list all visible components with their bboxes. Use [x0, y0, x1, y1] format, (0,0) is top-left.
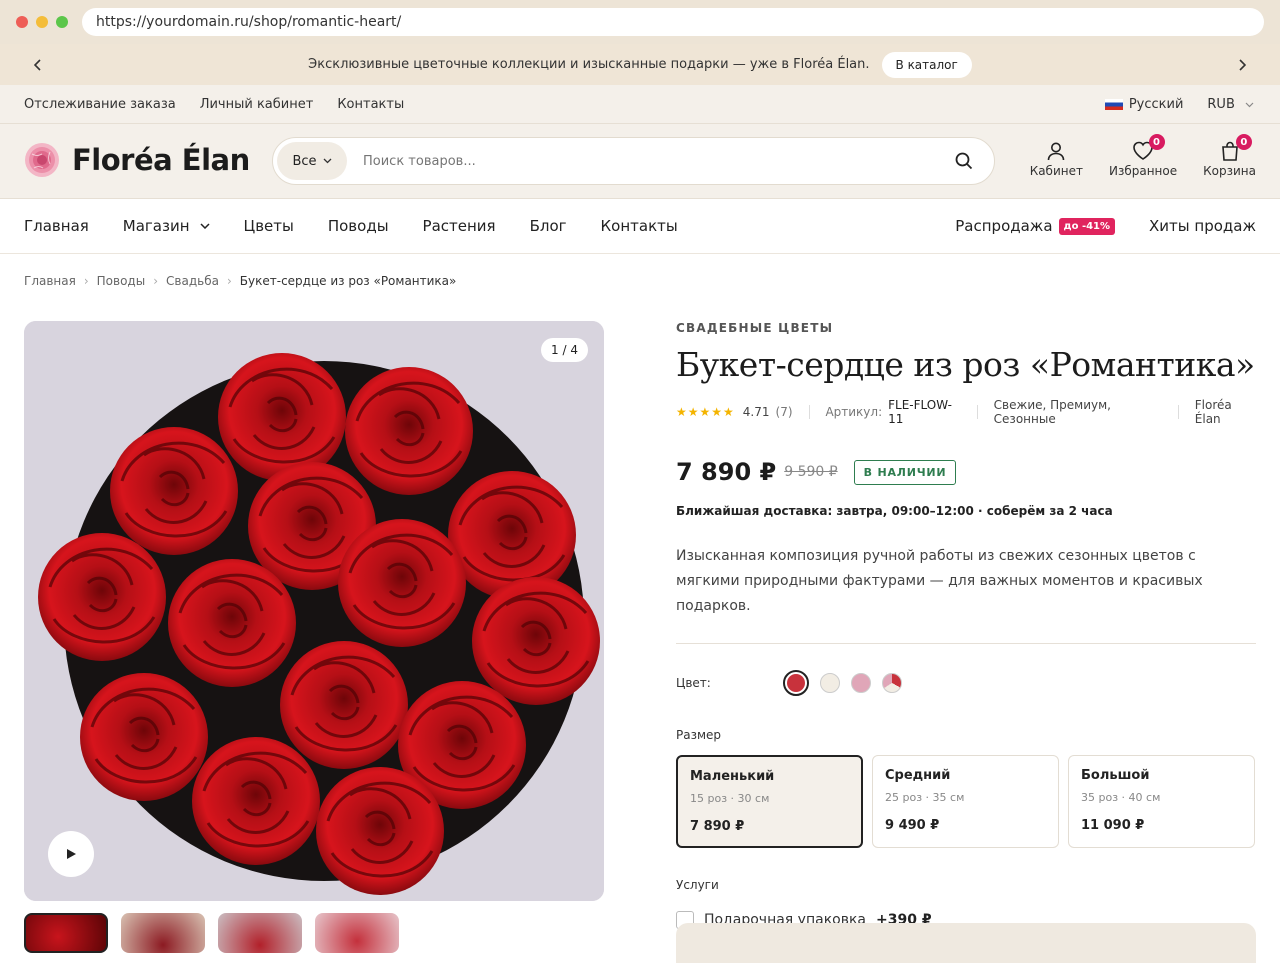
- nav-item-sale[interactable]: Распродажа до -41%: [955, 217, 1116, 235]
- play-video-button[interactable]: [48, 831, 94, 877]
- russia-flag-icon: [1104, 98, 1123, 110]
- breadcrumb-home[interactable]: Главная: [24, 274, 76, 288]
- currency-selector[interactable]: RUB: [1207, 97, 1254, 112]
- nav-item-home[interactable]: Главная: [24, 217, 89, 235]
- wishlist-button[interactable]: 0 Избранное: [1109, 134, 1177, 178]
- order-tracking-link[interactable]: Отслеживание заказа: [24, 97, 176, 112]
- nav-item-blog[interactable]: Блог: [530, 217, 567, 235]
- chevron-down-icon: [1245, 102, 1254, 107]
- thumbnail-1[interactable]: [24, 913, 108, 953]
- roses-bouquet-image: [24, 321, 604, 901]
- promo-bar: Эксклюзивные цветочные коллекции и изыск…: [0, 44, 1280, 85]
- search-icon[interactable]: [944, 141, 984, 181]
- nav-item-occasions[interactable]: Поводы: [328, 217, 389, 235]
- sku-label: Артикул:: [825, 405, 883, 419]
- product-brand[interactable]: Floréa Élan: [1195, 398, 1256, 426]
- thumbnail-3[interactable]: [218, 913, 302, 953]
- color-swatch-pink[interactable]: [850, 673, 871, 693]
- chevron-right-icon: ›: [226, 274, 232, 288]
- language-selector[interactable]: Русский: [1104, 97, 1183, 112]
- main-nav: Главная Магазин Цветы Поводы Растения Бл…: [0, 199, 1280, 254]
- search-input[interactable]: [363, 153, 944, 169]
- site-logo[interactable]: Floréa Élan: [24, 142, 250, 178]
- color-swatch-cream[interactable]: [819, 673, 840, 693]
- logo-text: Floréa Élan: [72, 143, 250, 177]
- browser-chrome: https://yourdomain.ru/shop/romantic-hear…: [0, 0, 1280, 44]
- size-option-medium[interactable]: Средний 25 роз · 35 см 9 490 ₽: [872, 755, 1059, 848]
- size-option-small[interactable]: Маленький 15 роз · 30 см 7 890 ₽: [676, 755, 863, 848]
- chevron-down-icon: [200, 223, 210, 229]
- size-option-large[interactable]: Большой 35 роз · 40 см 11 090 ₽: [1068, 755, 1255, 848]
- search-bar: Все: [272, 137, 995, 185]
- nav-item-bestsellers[interactable]: Хиты продаж: [1149, 217, 1256, 235]
- rating-stars-icon: ★★★★★: [676, 405, 735, 419]
- color-selector: Цвет:: [676, 670, 1256, 696]
- product-description: Изысканная композиция ручной работы из с…: [676, 548, 1203, 614]
- breadcrumb-wedding[interactable]: Свадьба: [166, 274, 219, 288]
- old-price: 9 590 ₽: [784, 464, 838, 480]
- cart-button[interactable]: 0 Корзина: [1203, 134, 1256, 178]
- window-controls: [16, 16, 68, 28]
- promo-next-arrow-icon[interactable]: [1222, 44, 1262, 85]
- nav-item-plants[interactable]: Растения: [423, 217, 496, 235]
- stock-badge: В НАЛИЧИИ: [853, 459, 957, 485]
- price-row: 7 890 ₽ 9 590 ₽ В НАЛИЧИИ: [676, 458, 1256, 486]
- thumbnail-2[interactable]: [121, 913, 205, 953]
- address-bar[interactable]: https://yourdomain.ru/shop/romantic-hear…: [82, 8, 1264, 36]
- purchase-panel: [676, 923, 1256, 963]
- cart-count-badge: 0: [1235, 134, 1252, 150]
- chevron-down-icon: [323, 158, 331, 164]
- product-title: Букет-сердце из роз «Романтика»: [676, 345, 1255, 384]
- rating-value: 4.71: [742, 405, 770, 419]
- product-tags[interactable]: Свежие, Премиум, Сезонные: [994, 398, 1162, 426]
- divider: [676, 643, 1256, 644]
- minimize-window-button[interactable]: [36, 16, 48, 28]
- url-text: https://yourdomain.ru/shop/romantic-hear…: [96, 14, 402, 30]
- product-category: СВАДЕБНЫЕ ЦВЕТЫ: [676, 321, 834, 335]
- delivery-info: Ближайшая доставка: завтра, 09:00–12:00 …: [676, 504, 1113, 518]
- nav-item-shop[interactable]: Магазин: [123, 217, 210, 235]
- product-meta: ★★★★★ 4.71 (7) Артикул: FLE-FLOW-11 Свеж…: [676, 398, 1256, 426]
- breadcrumb: Главная › Поводы › Свадьба › Букет-сердц…: [24, 274, 456, 288]
- user-icon: [1048, 142, 1065, 161]
- contacts-link[interactable]: Контакты: [337, 97, 404, 112]
- utility-bar: Отслеживание заказа Личный кабинет Конта…: [0, 85, 1280, 124]
- maximize-window-button[interactable]: [56, 16, 68, 28]
- divider: [808, 405, 810, 419]
- thumbnail-4[interactable]: [315, 913, 399, 953]
- chevron-right-icon: ›: [83, 274, 89, 288]
- catalog-button[interactable]: В каталог: [881, 51, 972, 78]
- product-image[interactable]: 1 / 4: [24, 321, 604, 901]
- breadcrumb-current: Букет-сердце из роз «Романтика»: [239, 274, 457, 288]
- services-label: Услуги: [676, 878, 719, 892]
- thumbnail-strip: [24, 913, 399, 953]
- category-dropdown[interactable]: Все: [277, 142, 347, 180]
- close-window-button[interactable]: [16, 16, 28, 28]
- nav-item-flowers[interactable]: Цветы: [244, 217, 294, 235]
- account-button[interactable]: Кабинет: [1030, 138, 1083, 178]
- image-counter: 1 / 4: [541, 338, 588, 362]
- wishlist-count-badge: 0: [1148, 134, 1165, 150]
- site-header: Floréa Élan Все Кабинет 0 Избранное 0 Ко…: [0, 124, 1280, 199]
- breadcrumb-occasions[interactable]: Поводы: [97, 274, 146, 288]
- current-price: 7 890 ₽: [676, 458, 777, 486]
- reviews-count[interactable]: (7): [776, 405, 793, 419]
- promo-prev-arrow-icon[interactable]: [18, 44, 58, 85]
- color-swatch-red[interactable]: [782, 670, 809, 696]
- product-info: СВАДЕБНЫЕ ЦВЕТЫ Букет-сердце из роз «Ром…: [676, 321, 1256, 929]
- nav-item-contacts[interactable]: Контакты: [601, 217, 678, 235]
- sale-badge: до -41%: [1058, 217, 1116, 235]
- color-swatch-mixed[interactable]: [881, 673, 902, 693]
- divider: [1177, 405, 1179, 419]
- size-selector: Маленький 15 роз · 30 см 7 890 ₽ Средний…: [676, 755, 1256, 848]
- account-link[interactable]: Личный кабинет: [200, 97, 314, 112]
- sku-value: FLE-FLOW-11: [888, 398, 952, 426]
- play-icon: [67, 849, 76, 859]
- promo-text: Эксклюзивные цветочные коллекции и изыск…: [308, 57, 870, 72]
- rose-logo-icon: [25, 143, 59, 177]
- size-label: Размер: [676, 728, 722, 742]
- chevron-right-icon: ›: [153, 274, 159, 288]
- color-label: Цвет:: [676, 676, 711, 690]
- divider: [976, 405, 978, 419]
